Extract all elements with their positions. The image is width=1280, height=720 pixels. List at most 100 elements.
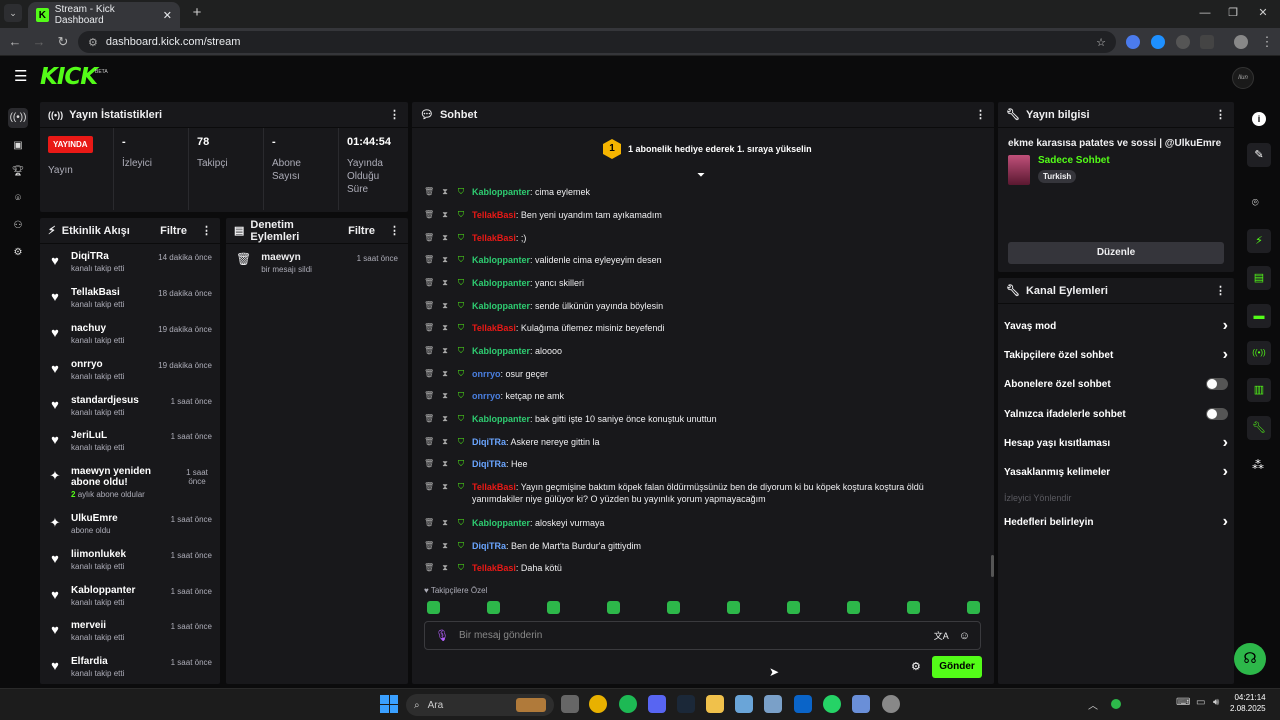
- steam-icon[interactable]: [677, 695, 695, 713]
- stream-icon[interactable]: ((•)): [8, 108, 28, 128]
- volume-icon[interactable]: 🔊︎: [1213, 697, 1219, 708]
- channel-action-item[interactable]: Takipçilere özel sohbet ›: [1004, 346, 1228, 363]
- chat-message[interactable]: 🗑︎ ⧗ ⛉ onrryo: ketçap ne amk: [424, 390, 984, 402]
- channel-action-item[interactable]: Abonelere özel sohbet: [1004, 377, 1228, 391]
- chat-message[interactable]: 🗑︎ ⧗ ⛉ TellakBasi: Ben yeni uyandım tam ayı…: [424, 209, 984, 221]
- timeout-icon[interactable]: ⧗: [440, 254, 450, 266]
- timeout-icon[interactable]: ⧗: [440, 232, 450, 244]
- activity-item[interactable]: ♥ liimonlukek kanalı takip etti 1 saat önce: [40, 549, 220, 585]
- video-library-icon[interactable]: ▣: [8, 136, 28, 156]
- more-options-icon[interactable]: ⋮: [1215, 284, 1226, 297]
- scan-icon[interactable]: ⌾: [1252, 197, 1259, 210]
- timeout-icon[interactable]: ⧗: [440, 413, 450, 425]
- emote-icon[interactable]: [547, 601, 560, 614]
- browser-menu-icon[interactable]: ⋮: [1258, 33, 1276, 51]
- chat-message[interactable]: 🗑︎ ⧗ ⛉ Kabloppanter: validenle cima eyleyey…: [424, 254, 984, 266]
- windows-start-icon[interactable]: [380, 695, 398, 713]
- chat-message[interactable]: 🗑︎ ⧗ ⛉ Kabloppanter: aloooo: [424, 345, 984, 357]
- apps-icon[interactable]: ⁂: [1252, 458, 1264, 472]
- delete-message-icon[interactable]: 🗑︎: [424, 232, 434, 244]
- timeout-icon[interactable]: ⧗: [440, 300, 450, 312]
- tray-app-icon[interactable]: [1111, 699, 1121, 709]
- chat-bubble-icon[interactable]: ▬: [1247, 304, 1271, 328]
- site-info-icon[interactable]: ⚙: [88, 36, 98, 49]
- clock[interactable]: 04:21:14 2.08.2025: [1230, 692, 1266, 714]
- file-explorer-icon[interactable]: [706, 695, 724, 713]
- chat-message[interactable]: 🗑︎ ⧗ ⛉ DiqiTRa: Askere nereye gittin la: [424, 436, 984, 448]
- chat-username[interactable]: Kabloppanter: [472, 414, 530, 424]
- delete-message-icon[interactable]: 🗑︎: [424, 390, 434, 402]
- activity-item[interactable]: ♥ nachuy kanalı takip etti 19 dakika önce: [40, 323, 220, 359]
- delete-message-icon[interactable]: 🗑︎: [424, 481, 434, 493]
- new-tab-button[interactable]: +: [188, 4, 206, 22]
- channel-action-item[interactable]: Yalnızca ifadelerle sohbet: [1004, 407, 1228, 421]
- pencil-icon[interactable]: ✎: [1247, 143, 1271, 167]
- activity-item[interactable]: ♥ merveii kanalı takip etti 1 saat önce: [40, 620, 220, 656]
- emote-icon[interactable]: [907, 601, 920, 614]
- delete-message-icon[interactable]: 🗑︎: [424, 517, 434, 529]
- keyboard-icon[interactable]: ⌨: [1176, 697, 1190, 708]
- timeout-icon[interactable]: ⧗: [440, 436, 450, 448]
- activity-item[interactable]: ♥ TellakBasi kanalı takip etti 18 dakika ön…: [40, 287, 220, 323]
- chat-message[interactable]: 🗑︎ ⧗ ⛉ TellakBasi: Daha kötü: [424, 562, 984, 574]
- channel-action-item[interactable]: Hesap yaşı kısıtlaması ›: [1004, 434, 1228, 451]
- app-icon[interactable]: [852, 695, 870, 713]
- chat-username[interactable]: DiqiTRa: [472, 437, 506, 447]
- more-options-icon[interactable]: ⋮: [975, 108, 986, 121]
- emote-icon[interactable]: [967, 601, 980, 614]
- back-icon[interactable]: ←: [6, 33, 24, 51]
- delete-message-icon[interactable]: 🗑︎: [424, 436, 434, 448]
- chrome-icon[interactable]: [589, 695, 607, 713]
- chat-message[interactable]: 🗑︎ ⧗ ⛉ TellakBasi: Kulağıma üflemez misiniz…: [424, 322, 984, 334]
- timeout-icon[interactable]: ⧗: [440, 322, 450, 334]
- scan-icon[interactable]: ⌾: [8, 189, 28, 209]
- app-icon[interactable]: [882, 695, 900, 713]
- delete-message-icon[interactable]: 🗑︎: [424, 186, 434, 198]
- chat-username[interactable]: onrryo: [472, 391, 501, 401]
- more-options-icon[interactable]: ⋮: [201, 224, 212, 237]
- chat-settings-icon[interactable]: ⚙: [911, 660, 921, 673]
- emote-icon[interactable]: [847, 601, 860, 614]
- channel-action-item[interactable]: Yavaş mod ›: [1004, 317, 1228, 334]
- activity-item[interactable]: ♥ Kabloppanter kanalı takip etti 1 saat önc…: [40, 585, 220, 621]
- channel-action-item[interactable]: Hedefleri belirleyin ›: [1004, 513, 1228, 530]
- chat-message[interactable]: 🗑︎ ⧗ ⛉ DiqiTRa: Ben de Mart'ta Burdur'a git…: [424, 540, 984, 552]
- activity-item[interactable]: ✦ maewyn yeniden abone oldu! 2 aylık abone…: [40, 466, 220, 502]
- emote-icon[interactable]: [727, 601, 740, 614]
- extension-icon[interactable]: [1176, 35, 1190, 49]
- emote-icon[interactable]: [787, 601, 800, 614]
- timeout-icon[interactable]: ⧗: [440, 517, 450, 529]
- goal-text[interactable]: 1 abonelik hediye ederek 1. sıraya yükse…: [628, 144, 812, 154]
- more-options-icon[interactable]: ⋮: [1215, 108, 1226, 121]
- chat-username[interactable]: TellakBasi: [472, 482, 516, 492]
- activity-item[interactable]: ♥ onrryo kanalı takip etti 19 dakika önce: [40, 359, 220, 395]
- chat-message[interactable]: 🗑︎ ⧗ ⛉ Kabloppanter: sende ülkünün yayında …: [424, 300, 984, 312]
- chat-username[interactable]: DiqiTRa: [472, 459, 506, 469]
- moderation-icon[interactable]: ▥: [1247, 378, 1271, 402]
- tab-search-button[interactable]: ⌄: [4, 4, 22, 22]
- timeout-icon[interactable]: ⧗: [440, 481, 450, 493]
- edit-button[interactable]: Düzenle: [1008, 242, 1224, 264]
- lightning-icon[interactable]: ⚡︎: [1247, 229, 1271, 253]
- info-icon[interactable]: i: [1252, 112, 1266, 126]
- more-options-icon[interactable]: ⋮: [389, 108, 400, 121]
- chat-message[interactable]: 🗑︎ ⧗ ⛉ Kabloppanter: yancı skilleri: [424, 277, 984, 289]
- bookmark-star-icon[interactable]: ☆: [1096, 36, 1106, 49]
- timeout-icon[interactable]: ⧗: [440, 186, 450, 198]
- emote-icon[interactable]: [427, 601, 440, 614]
- category-name[interactable]: Sadece Sohbet: [1038, 155, 1110, 166]
- settings-icon[interactable]: ⚙: [8, 243, 28, 263]
- extension-icon[interactable]: [1126, 35, 1140, 49]
- delete-message-icon[interactable]: 🗑︎: [424, 322, 434, 334]
- kick-logo[interactable]: KICK: [40, 64, 98, 90]
- chat-scrollbar[interactable]: [991, 555, 994, 577]
- close-window-icon[interactable]: ✕: [1254, 4, 1272, 22]
- extension-icon[interactable]: [1151, 35, 1165, 49]
- chat-username[interactable]: TellakBasi: [472, 233, 516, 243]
- activity-item[interactable]: ♥ standardjesus kanalı takip etti 1 saat ön…: [40, 395, 220, 431]
- microphone-icon[interactable]: 🎙︎: [435, 629, 449, 642]
- delete-message-icon[interactable]: 🗑︎: [424, 277, 434, 289]
- more-options-icon[interactable]: ⋮: [389, 224, 400, 237]
- reload-icon[interactable]: ↻: [54, 33, 72, 51]
- delete-message-icon[interactable]: 🗑︎: [424, 300, 434, 312]
